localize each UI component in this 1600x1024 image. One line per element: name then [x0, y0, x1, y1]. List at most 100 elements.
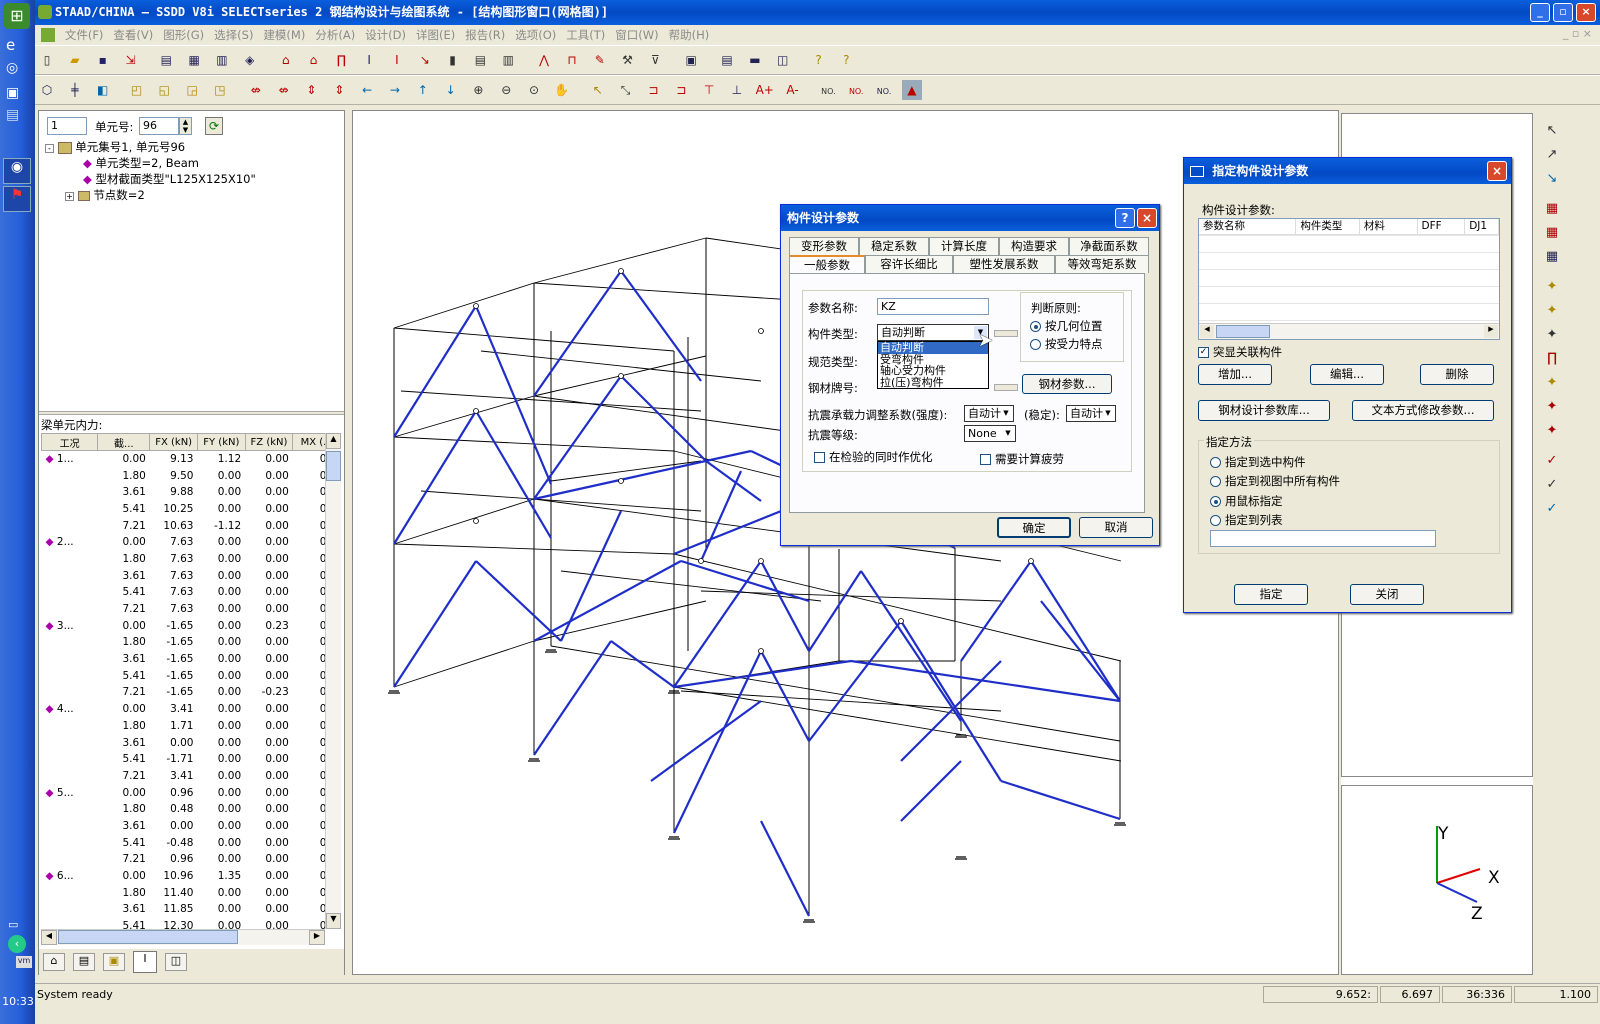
tab-tabs_row2-0[interactable]: 一般参数: [789, 255, 865, 273]
select-brace-icon[interactable]: ↘: [1543, 170, 1561, 188]
brace-member[interactable]: [393, 305, 477, 438]
method-mouse-radio[interactable]: 用鼠标指定: [1210, 493, 1283, 509]
brace-member[interactable]: [673, 659, 852, 689]
pan-left-icon[interactable]: ←: [357, 80, 377, 100]
brace-member[interactable]: [1000, 779, 1121, 821]
close-button[interactable]: ×: [1576, 3, 1596, 22]
element-input[interactable]: 96: [139, 117, 179, 135]
menu-item[interactable]: 图形(G): [163, 25, 204, 45]
window2-icon[interactable]: ▬: [745, 50, 765, 70]
load5-icon[interactable]: ✦: [1543, 398, 1561, 416]
table-row[interactable]: 3.61 -1.65 0.00 0.00 0.0: [42, 651, 325, 668]
table-row[interactable]: ◆ 6... 0.00 10.96 1.35 0.00 0.0: [42, 868, 326, 885]
brace-member[interactable]: [760, 560, 810, 652]
rotate-x-icon[interactable]: ⇎: [246, 80, 266, 100]
beam-member[interactable]: [533, 600, 707, 642]
help-icon[interactable]: ?: [836, 50, 856, 70]
brace-member[interactable]: [808, 570, 862, 652]
menu-item[interactable]: 建模(M): [263, 25, 305, 45]
font-up-icon[interactable]: A+: [755, 80, 775, 100]
menu-item[interactable]: 设计(D): [365, 25, 406, 45]
right-view-icon[interactable]: ◳: [210, 80, 230, 100]
truss-icon[interactable]: ⋀: [534, 50, 554, 70]
beam-member[interactable]: [533, 237, 707, 284]
menu-item[interactable]: 报告(R): [465, 25, 505, 45]
menu-item[interactable]: 文件(F): [65, 25, 104, 45]
view4-icon[interactable]: ◈: [240, 50, 260, 70]
column-header[interactable]: MX (...: [292, 433, 325, 451]
view3-icon[interactable]: ▥: [212, 50, 232, 70]
support-icon[interactable]: ▲: [901, 80, 922, 100]
member-type-dropdown[interactable]: 自动判断 受弯构件 轴心受力构件 拉(压)弯构件: [877, 341, 989, 389]
window1-icon[interactable]: ▤: [717, 50, 737, 70]
tray-icon[interactable]: ▭: [8, 918, 28, 932]
front-view-icon[interactable]: ◰: [126, 80, 146, 100]
hscroll-thumb[interactable]: [58, 930, 238, 944]
plan-view-icon[interactable]: ╪: [65, 80, 85, 100]
tab-structure-icon[interactable]: ⌂: [43, 953, 65, 971]
column-header[interactable]: 工况: [41, 433, 99, 451]
tab-folder-icon[interactable]: ▣: [103, 953, 125, 971]
tab-tabs_row1-0[interactable]: 变形参数: [789, 237, 859, 255]
assign-dialog-close-button[interactable]: ×: [1487, 161, 1507, 181]
node-marker[interactable]: [473, 303, 479, 309]
grid3-icon[interactable]: ▦: [1543, 248, 1561, 266]
tab-beam-icon[interactable]: I: [133, 951, 157, 973]
brace-member[interactable]: [900, 760, 962, 822]
table-row[interactable]: 5.41 10.25 0.00 0.00 0.0: [42, 501, 325, 518]
refresh-button[interactable]: ⟳: [205, 117, 223, 135]
load3-icon[interactable]: ✦: [1543, 326, 1561, 344]
rotate-y-icon[interactable]: ⇎: [274, 80, 294, 100]
frame2-icon[interactable]: ∏: [1543, 350, 1561, 368]
hand-pan-icon[interactable]: ✋: [552, 80, 572, 100]
tab-list-icon[interactable]: ▤: [73, 953, 95, 971]
group-input[interactable]: 1: [47, 117, 87, 135]
save-icon[interactable]: ▪: [93, 50, 113, 70]
zoom-window-icon[interactable]: ⊙: [524, 80, 544, 100]
brace-member[interactable]: [808, 620, 902, 742]
column-header[interactable]: FZ (kN): [244, 433, 294, 451]
node-marker[interactable]: [618, 373, 624, 379]
tool-icon[interactable]: ✎: [590, 50, 610, 70]
menu-item[interactable]: 查看(V): [113, 25, 153, 45]
brace-member[interactable]: [533, 640, 612, 756]
element-spinner[interactable]: ▲ ▼: [179, 117, 192, 135]
table-row[interactable]: 3.61 7.63 0.00 0.00 0.0: [42, 567, 325, 584]
rotate-z1-icon[interactable]: ⇕: [301, 80, 321, 100]
edit-button[interactable]: 编辑...: [1310, 364, 1384, 385]
vm-icon[interactable]: vm: [16, 956, 32, 968]
pan-down-icon[interactable]: ↓: [441, 80, 461, 100]
new-icon[interactable]: ▯: [37, 50, 57, 70]
menu-item[interactable]: 选项(O): [515, 25, 556, 45]
brace-member[interactable]: [680, 559, 810, 603]
column-header[interactable]: 截...: [97, 433, 151, 451]
brace-member[interactable]: [760, 820, 810, 917]
table-row[interactable]: 3.61 9.88 0.00 0.00 0.0: [42, 484, 325, 501]
column-header[interactable]: FX (kN): [149, 433, 198, 451]
menu-item[interactable]: 窗口(W): [615, 25, 658, 45]
tab-section-icon[interactable]: ◫: [165, 953, 187, 971]
beam-member[interactable]: [393, 282, 535, 329]
brace-member[interactable]: [850, 659, 1121, 703]
window3-icon[interactable]: ◫: [773, 50, 793, 70]
menu-item[interactable]: 分析(A): [315, 25, 355, 45]
node-marker[interactable]: [618, 268, 624, 274]
ie-icon[interactable]: e: [6, 36, 26, 56]
chart-icon[interactable]: ▤: [6, 107, 26, 127]
grid2-icon[interactable]: ▦: [1543, 224, 1561, 242]
table-row[interactable]: 5.41 -0.48 0.00 0.00 0.0: [42, 834, 325, 851]
tab-tabs_row1-1[interactable]: 稳定系数: [859, 237, 929, 255]
node-marker[interactable]: [698, 558, 704, 564]
fatigue-checkbox[interactable]: 需要计算疲劳: [980, 451, 1064, 467]
column-header[interactable]: DFF: [1418, 219, 1466, 234]
table-row[interactable]: 5.41 12.30 0.00 0.00 0.0: [42, 918, 325, 929]
dropdown-option[interactable]: 轴心受力构件: [878, 365, 988, 377]
dropdown-option[interactable]: 拉(压)弯构件: [878, 376, 988, 389]
node-marker[interactable]: [758, 558, 764, 564]
brace-member[interactable]: [1040, 600, 1121, 702]
brace-member[interactable]: [533, 560, 682, 642]
panel-splitter[interactable]: [39, 411, 344, 415]
table-row[interactable]: 1.80 0.48 0.00 0.00 0.0: [42, 801, 325, 818]
portal-icon[interactable]: ∏: [331, 50, 351, 70]
label6-icon[interactable]: ⊥: [727, 80, 747, 100]
